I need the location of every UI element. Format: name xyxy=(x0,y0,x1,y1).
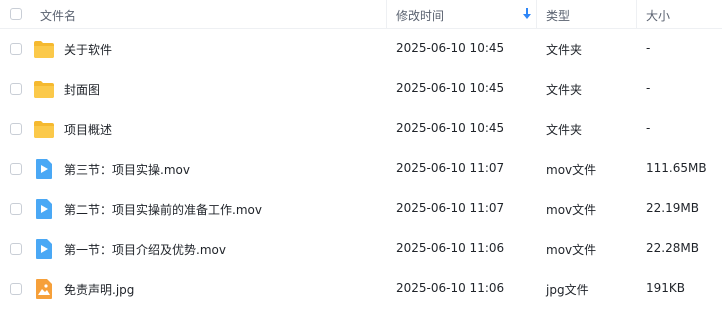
column-header-size[interactable]: 大小 xyxy=(646,7,670,24)
file-row[interactable]: 第二节：项目实操前的准备工作.mov 2025-06-10 11:07 mov文件 2… xyxy=(0,189,722,229)
select-all-checkbox[interactable] xyxy=(10,8,22,20)
column-header-type[interactable]: 类型 xyxy=(546,7,570,24)
file-row[interactable]: 免责声明.jpg 2025-06-10 11:06 jpg文件 191KB xyxy=(0,269,722,309)
file-name[interactable]: 第三节：项目实操.mov xyxy=(64,161,190,178)
file-type: 文件夹 xyxy=(546,123,583,137)
file-modified-time: 2025-06-10 10:45 xyxy=(396,41,505,55)
folder-icon xyxy=(33,118,55,140)
file-modified-time: 2025-06-10 11:06 xyxy=(396,241,505,255)
file-type: 文件夹 xyxy=(546,83,583,97)
row-checkbox[interactable] xyxy=(10,83,22,95)
file-size: - xyxy=(646,121,651,135)
file-row[interactable]: 第三节：项目实操.mov 2025-06-10 11:07 mov文件 111.65M… xyxy=(0,149,722,189)
file-size: - xyxy=(646,41,651,55)
file-name[interactable]: 关于软件 xyxy=(64,41,112,58)
image-file-icon xyxy=(33,278,55,300)
video-file-icon xyxy=(33,158,55,180)
file-name[interactable]: 项目概述 xyxy=(64,121,112,138)
file-modified-time: 2025-06-10 11:07 xyxy=(396,161,505,175)
video-file-icon xyxy=(33,198,55,220)
column-divider xyxy=(636,0,637,28)
column-header-name[interactable]: 文件名 xyxy=(40,7,76,24)
file-type: 文件夹 xyxy=(546,43,583,57)
column-header-time[interactable]: 修改时间 xyxy=(396,7,444,24)
file-type: mov文件 xyxy=(546,203,597,217)
row-checkbox[interactable] xyxy=(10,43,22,55)
row-checkbox[interactable] xyxy=(10,283,22,295)
file-size: 22.28MB xyxy=(646,241,699,255)
sort-descending-icon[interactable] xyxy=(523,8,531,20)
row-checkbox[interactable] xyxy=(10,243,22,255)
file-modified-time: 2025-06-10 10:45 xyxy=(396,121,505,135)
column-divider xyxy=(536,0,537,28)
row-checkbox[interactable] xyxy=(10,203,22,215)
file-modified-time: 2025-06-10 11:06 xyxy=(396,281,505,295)
file-type: mov文件 xyxy=(546,243,597,257)
file-modified-time: 2025-06-10 10:45 xyxy=(396,81,505,95)
folder-icon xyxy=(33,78,55,100)
folder-icon xyxy=(33,38,55,60)
file-row[interactable]: 封面图 2025-06-10 10:45 文件夹 - xyxy=(0,69,722,109)
file-row[interactable]: 关于软件 2025-06-10 10:45 文件夹 - xyxy=(0,29,722,69)
column-divider xyxy=(386,0,387,28)
file-name[interactable]: 第一节：项目介绍及优势.mov xyxy=(64,241,226,258)
file-type: jpg文件 xyxy=(546,283,589,297)
file-size: 22.19MB xyxy=(646,201,699,215)
file-type: mov文件 xyxy=(546,163,597,177)
file-list-header: 文件名 修改时间 类型 大小 xyxy=(0,0,722,29)
file-name[interactable]: 封面图 xyxy=(64,81,100,98)
file-modified-time: 2025-06-10 11:07 xyxy=(396,201,505,215)
video-file-icon xyxy=(33,238,55,260)
file-size: 111.65MB xyxy=(646,161,707,175)
file-size: 191KB xyxy=(646,281,686,295)
file-row[interactable]: 项目概述 2025-06-10 10:45 文件夹 - xyxy=(0,109,722,149)
row-checkbox[interactable] xyxy=(10,123,22,135)
row-checkbox[interactable] xyxy=(10,163,22,175)
file-name[interactable]: 免责声明.jpg xyxy=(64,281,134,298)
file-name[interactable]: 第二节：项目实操前的准备工作.mov xyxy=(64,201,262,218)
file-row[interactable]: 第一节：项目介绍及优势.mov 2025-06-10 11:06 mov文件 22.2… xyxy=(0,229,722,269)
file-size: - xyxy=(646,81,651,95)
